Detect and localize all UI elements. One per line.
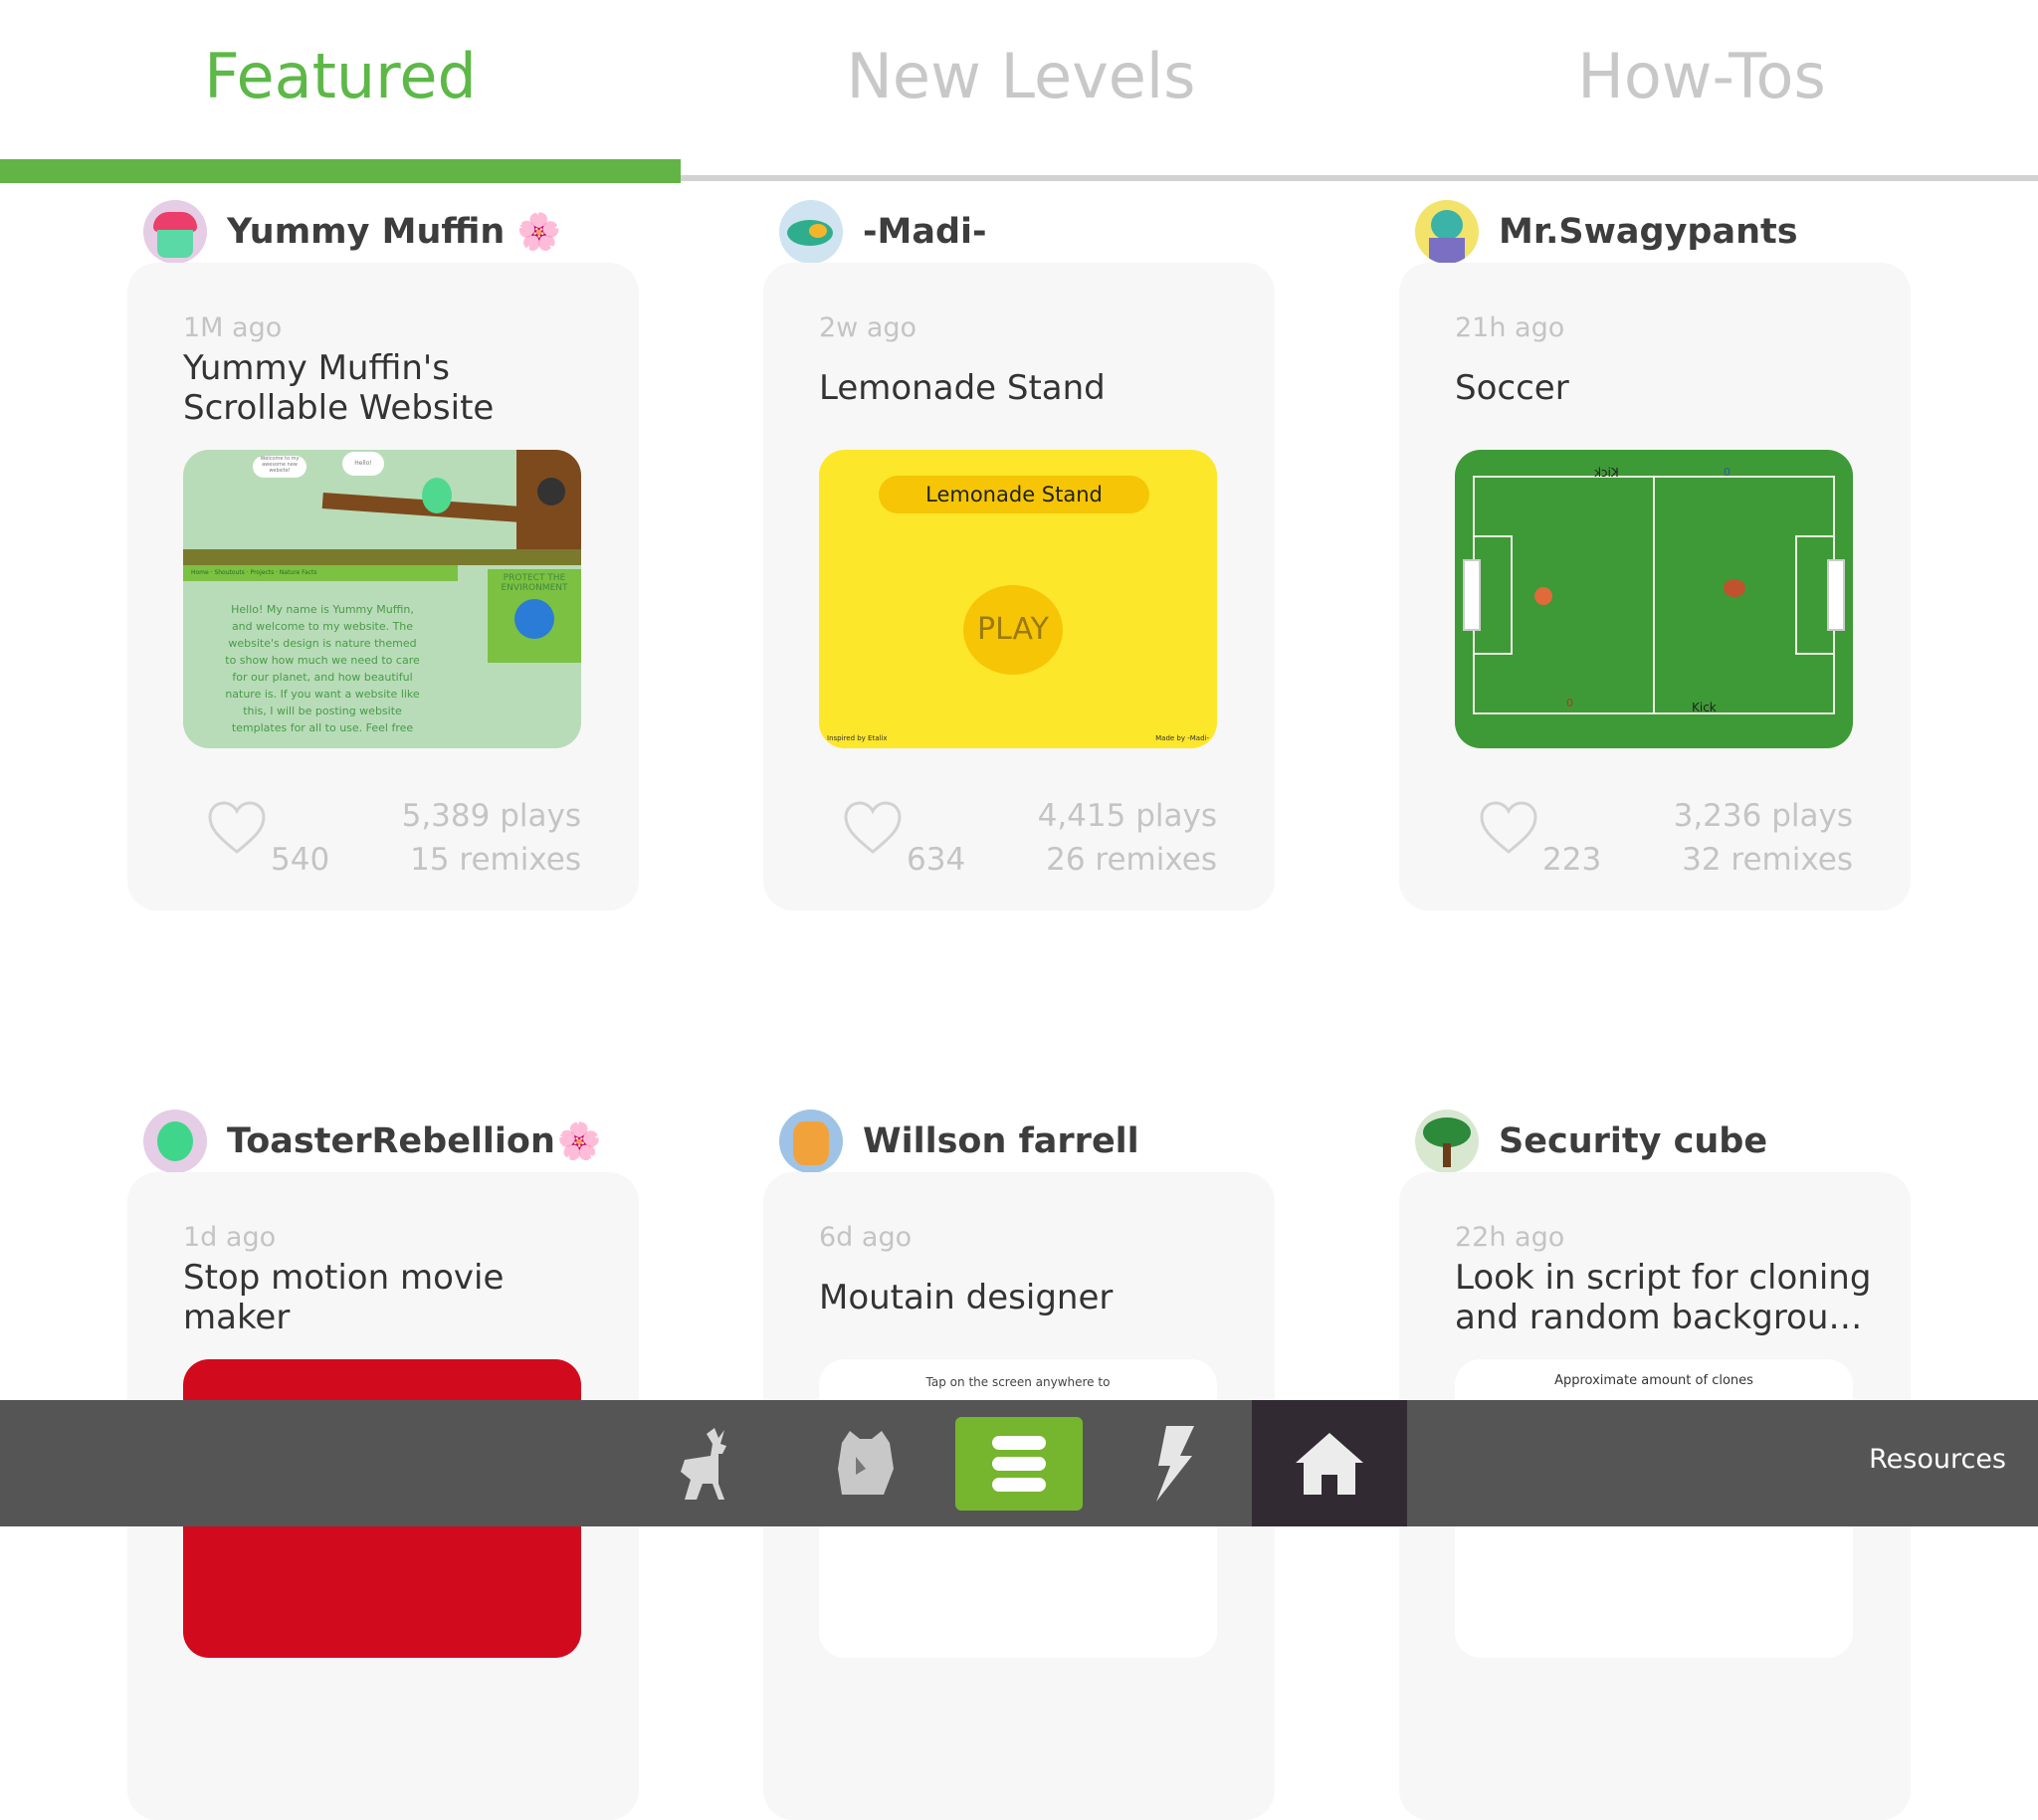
globe-icon — [514, 599, 554, 639]
card-body[interactable]: 1M ago Yummy Muffin's Scrollable Website… — [127, 263, 639, 910]
preview-text: Hello! My name is Yummy Muffin, and welc… — [225, 603, 420, 734]
avatar — [1415, 1110, 1479, 1173]
play-count: 5,389 plays — [401, 798, 581, 834]
user-row[interactable]: Yummy Muffin 🌸 — [143, 199, 561, 265]
nav-home-button[interactable] — [1252, 1400, 1407, 1526]
resources-link[interactable]: Resources — [1869, 1444, 2006, 1475]
like-count: 223 — [1542, 842, 1602, 878]
play-count: 3,236 plays — [1673, 798, 1853, 834]
flower-icon: 🌸 — [556, 1121, 602, 1162]
bottom-nav-bar: Resources — [0, 1400, 2038, 1526]
username: Willson farrell — [863, 1121, 1139, 1161]
user-row[interactable]: Security cube — [1415, 1109, 1767, 1174]
preview-credit: Made by -Madi- — [1155, 734, 1209, 742]
tab-selected-indicator — [0, 159, 681, 183]
speech-bubble: Hello! — [342, 452, 384, 476]
project-title: Look in script for cloning and random ba… — [1455, 1258, 1872, 1337]
play-count: 4,415 plays — [1037, 798, 1217, 834]
username: -Madi- — [863, 212, 987, 252]
nav-raccoon-button[interactable] — [816, 1400, 916, 1526]
flower-icon: 🌸 — [516, 212, 562, 253]
projects-icon — [992, 1436, 1046, 1450]
preview-text: Approximate amount of clones — [1554, 1373, 1753, 1388]
timestamp: 1d ago — [183, 1222, 277, 1253]
like-count: 634 — [907, 842, 966, 878]
project-title: Yummy Muffin's Scrollable Website — [183, 348, 495, 428]
nav-bolt-button[interactable] — [1124, 1400, 1224, 1526]
heart-icon[interactable] — [1479, 800, 1538, 856]
avatar — [779, 1110, 843, 1173]
heart-icon[interactable] — [843, 800, 903, 856]
projects-icon-bar — [992, 1478, 1046, 1492]
kick-label: Kick — [1692, 701, 1717, 714]
project-thumbnail[interactable]: Kick Kick 0 0 — [1455, 450, 1853, 748]
username: ToasterRebellion — [227, 1121, 555, 1161]
kick-label: Kick — [1594, 466, 1619, 480]
timestamp: 22h ago — [1455, 1222, 1565, 1253]
projects-icon-bar — [992, 1457, 1046, 1471]
tab-featured[interactable]: Featured — [0, 40, 681, 112]
username: Yummy Muffin — [227, 212, 506, 252]
like-count: 540 — [271, 842, 330, 878]
bolt-icon — [1156, 1425, 1194, 1502]
timestamp: 1M ago — [183, 312, 283, 343]
username: Security cube — [1499, 1121, 1768, 1161]
avatar — [1415, 200, 1479, 264]
home-icon — [1296, 1432, 1363, 1495]
remix-count: 32 remixes — [1682, 842, 1853, 878]
timestamp: 21h ago — [1455, 312, 1565, 343]
username: Mr.Swagypants — [1499, 212, 1798, 252]
project-title: Moutain designer — [819, 1278, 1114, 1317]
user-row[interactable]: ToasterRebellion 🌸 — [143, 1109, 602, 1174]
project-title: Soccer — [1455, 368, 1569, 408]
project-title: Lemonade Stand — [819, 368, 1106, 408]
avatar — [779, 200, 843, 264]
avatar — [143, 1110, 207, 1173]
remix-count: 15 remixes — [410, 842, 581, 878]
project-thumbnail[interactable]: Welcome to my awesome new website! Hello… — [183, 450, 581, 748]
deer-icon — [681, 1427, 726, 1500]
project-title: Stop motion movie maker — [183, 1258, 505, 1337]
preview-banner: Lemonade Stand — [879, 476, 1149, 513]
tab-how-tos[interactable]: How-Tos — [1361, 40, 2038, 112]
user-row[interactable]: Willson farrell — [779, 1109, 1139, 1174]
raccoon-icon — [838, 1430, 894, 1495]
preview-side-text: PROTECT THE ENVIRONMENT — [501, 573, 568, 593]
card-body[interactable]: 21h ago Soccer Kick Kick 0 0 223 3,236 p… — [1399, 263, 1911, 910]
score: 0 — [1724, 466, 1731, 479]
heart-icon[interactable] — [207, 800, 267, 856]
nav-deer-button[interactable] — [657, 1400, 756, 1526]
user-row[interactable]: Mr.Swagypants — [1415, 199, 1798, 265]
preview-credit: Inspired by Etalix — [827, 734, 888, 742]
tab-new-levels[interactable]: New Levels — [681, 40, 1361, 112]
timestamp: 6d ago — [819, 1222, 913, 1253]
tab-bar: Featured New Levels How-Tos — [0, 0, 2038, 183]
preview-nav: Home · Shoutouts · Projects · Nature Fac… — [183, 565, 458, 581]
card-body[interactable]: 2w ago Lemonade Stand Lemonade Stand PLA… — [763, 263, 1275, 910]
timestamp: 2w ago — [819, 312, 917, 343]
avatar — [143, 200, 207, 264]
remix-count: 26 remixes — [1046, 842, 1217, 878]
project-thumbnail[interactable]: Lemonade Stand PLAY Inspired by Etalix M… — [819, 450, 1217, 748]
speech-bubble: Welcome to my awesome new website! — [253, 456, 306, 478]
nav-projects-button[interactable] — [955, 1417, 1083, 1511]
preview-play-button: PLAY — [963, 585, 1063, 675]
score: 0 — [1566, 697, 1573, 709]
preview-text: Tap on the screen anywhere to — [925, 1375, 1111, 1389]
user-row[interactable]: -Madi- — [779, 199, 987, 265]
